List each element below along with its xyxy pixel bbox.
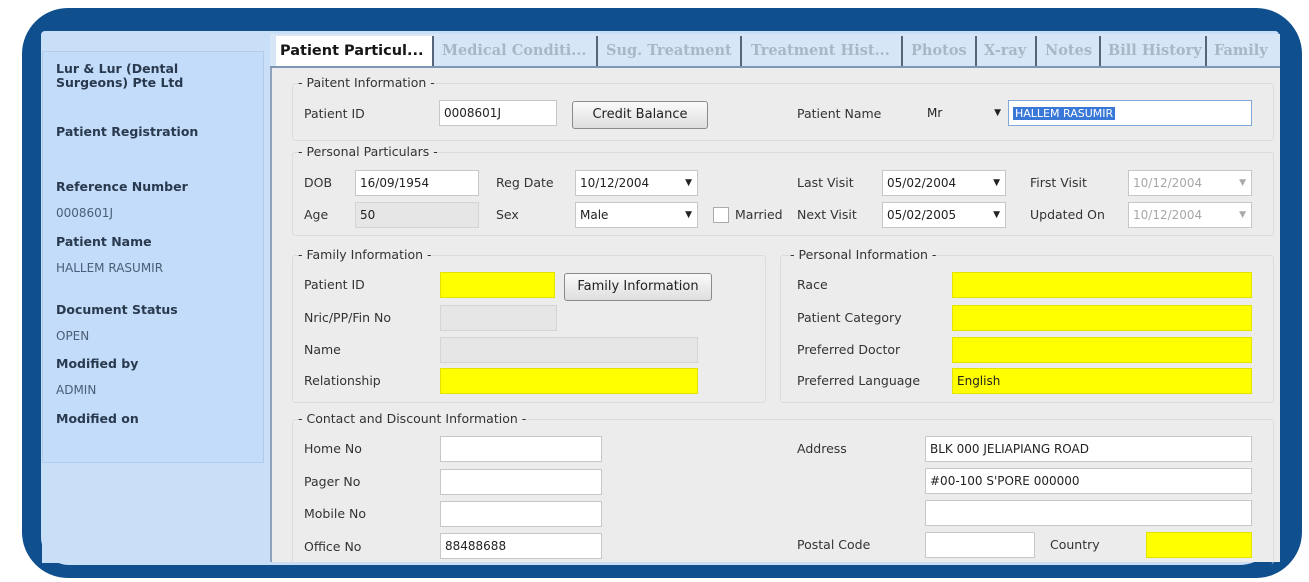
race-label: Race xyxy=(797,277,828,292)
modified-by-value: ADMIN xyxy=(56,383,97,397)
patient-id-field[interactable]: 0008601J xyxy=(439,100,557,126)
relationship-label: Relationship xyxy=(304,373,381,388)
address-line3-field[interactable] xyxy=(925,500,1252,526)
family-information-legend: - Family Information - xyxy=(298,247,432,262)
pager-no-label: Pager No xyxy=(304,474,361,489)
reg-date-value: 10/12/2004 xyxy=(580,176,650,190)
reference-number-value: 0008601J xyxy=(56,206,113,220)
chevron-down-icon: ▼ xyxy=(994,108,1001,118)
dob-label: DOB xyxy=(304,175,333,190)
updated-on-label: Updated On xyxy=(1030,207,1105,222)
personal-information-legend: - Personal Information - xyxy=(790,247,937,262)
nric-field xyxy=(440,305,557,331)
document-status-value: OPEN xyxy=(56,329,90,343)
preferred-language-label: Preferred Language xyxy=(797,373,921,388)
nric-label: Nric/PP/Fin No xyxy=(304,310,391,325)
family-name-field xyxy=(440,337,698,363)
country-label: Country xyxy=(1050,537,1100,552)
last-visit-value: 05/02/2004 xyxy=(887,176,957,190)
next-visit-select[interactable]: 05/02/2005 ▼ xyxy=(882,202,1006,228)
first-visit-value: 10/12/2004 xyxy=(1133,176,1203,190)
postal-code-label: Postal Code xyxy=(797,537,871,552)
relationship-field[interactable] xyxy=(440,368,698,394)
sidebar-patient-name-value: HALLEM RASUMIR xyxy=(56,261,164,275)
address-line1-field[interactable]: BLK 000 JELIAPIANG ROAD xyxy=(925,436,1252,462)
mobile-no-label: Mobile No xyxy=(304,506,366,521)
chevron-down-icon: ▼ xyxy=(993,210,1000,220)
chevron-down-icon: ▼ xyxy=(993,178,1000,188)
title-select[interactable]: Mr ▼ xyxy=(922,100,1007,126)
tab-xray[interactable]: X-ray xyxy=(980,36,1037,66)
sex-value: Male xyxy=(580,208,609,222)
reg-date-label: Reg Date xyxy=(496,175,554,190)
last-visit-select[interactable]: 05/02/2004 ▼ xyxy=(882,170,1006,196)
chevron-down-icon: ▼ xyxy=(685,210,692,220)
screen-title: Patient Registration xyxy=(56,124,199,139)
sidebar-lower xyxy=(42,463,268,563)
postal-code-field[interactable] xyxy=(925,532,1035,558)
preferred-doctor-label: Preferred Doctor xyxy=(797,342,901,357)
first-visit-select: 10/12/2004 ▼ xyxy=(1128,170,1252,196)
patient-name-label: Patient Name xyxy=(797,106,882,121)
credit-balance-button[interactable]: Credit Balance xyxy=(572,101,708,129)
country-field[interactable] xyxy=(1146,532,1252,558)
personal-particulars-legend: - Personal Particulars - xyxy=(298,144,438,159)
patient-category-field[interactable] xyxy=(952,305,1252,331)
office-no-field[interactable]: 88488688 xyxy=(440,533,602,559)
patient-name-selected-text: HALLEM RASUMIR xyxy=(1013,107,1116,120)
first-visit-label: First Visit xyxy=(1030,175,1087,190)
sidebar-patient-name-label: Patient Name xyxy=(56,234,152,249)
patient-information-legend: - Paitent Information - xyxy=(298,75,435,90)
sex-label: Sex xyxy=(496,207,519,222)
patient-id-label: Patient ID xyxy=(304,106,365,121)
family-patient-id-field[interactable] xyxy=(440,272,555,298)
reference-number-label: Reference Number xyxy=(56,179,188,194)
married-label: Married xyxy=(735,207,783,222)
married-checkbox[interactable] xyxy=(713,207,729,223)
chevron-down-icon: ▼ xyxy=(1239,210,1246,220)
home-no-field[interactable] xyxy=(440,436,602,462)
next-visit-label: Next Visit xyxy=(797,207,857,222)
age-label: Age xyxy=(304,207,329,222)
updated-on-value: 10/12/2004 xyxy=(1133,208,1203,222)
tab-family[interactable]: Family xyxy=(1210,36,1280,66)
home-no-label: Home No xyxy=(304,441,362,456)
modified-by-label: Modified by xyxy=(56,356,139,371)
office-no-label: Office No xyxy=(304,539,362,554)
address-label: Address xyxy=(797,441,847,456)
tab-patient-particulars[interactable]: Patient Particul... xyxy=(276,36,434,66)
info-sidebar xyxy=(42,51,264,463)
address-line2-field[interactable]: #00-100 S'PORE 000000 xyxy=(925,468,1252,494)
updated-on-select: 10/12/2004 ▼ xyxy=(1128,202,1252,228)
race-field[interactable] xyxy=(952,272,1252,298)
modified-on-label: Modified on xyxy=(56,411,139,426)
chevron-down-icon: ▼ xyxy=(1239,178,1246,188)
age-field: 50 xyxy=(355,202,479,228)
family-patient-id-label: Patient ID xyxy=(304,277,365,292)
document-status-label: Document Status xyxy=(56,302,178,317)
preferred-doctor-field[interactable] xyxy=(952,337,1252,363)
preferred-language-field[interactable]: English xyxy=(952,368,1252,394)
tab-bill-history[interactable]: Bill History xyxy=(1104,36,1207,66)
tab-medical-conditions[interactable]: Medical Conditi... xyxy=(438,36,598,66)
mobile-no-field[interactable] xyxy=(440,501,602,527)
sex-select[interactable]: Male ▼ xyxy=(575,202,698,228)
company-name: Lur & Lur (Dental Surgeons) Pte Ltd xyxy=(56,61,184,90)
pager-no-field[interactable] xyxy=(440,469,602,495)
tab-sug-treatment[interactable]: Sug. Treatment xyxy=(602,36,742,66)
family-information-button[interactable]: Family Information xyxy=(564,273,712,301)
chevron-down-icon: ▼ xyxy=(685,178,692,188)
patient-name-field[interactable]: HALLEM RASUMIR xyxy=(1008,100,1252,126)
family-name-label: Name xyxy=(304,342,341,357)
tab-treatment-history[interactable]: Treatment Hist... xyxy=(747,36,903,66)
title-select-value: Mr xyxy=(927,106,943,120)
dob-field[interactable]: 16/09/1954 xyxy=(355,170,479,196)
contact-discount-legend: - Contact and Discount Information - xyxy=(298,411,527,426)
next-visit-value: 05/02/2005 xyxy=(887,208,957,222)
tab-photos[interactable]: Photos xyxy=(907,36,977,66)
last-visit-label: Last Visit xyxy=(797,175,854,190)
tab-notes[interactable]: Notes xyxy=(1041,36,1101,66)
patient-category-label: Patient Category xyxy=(797,310,902,325)
reg-date-select[interactable]: 10/12/2004 ▼ xyxy=(575,170,698,196)
